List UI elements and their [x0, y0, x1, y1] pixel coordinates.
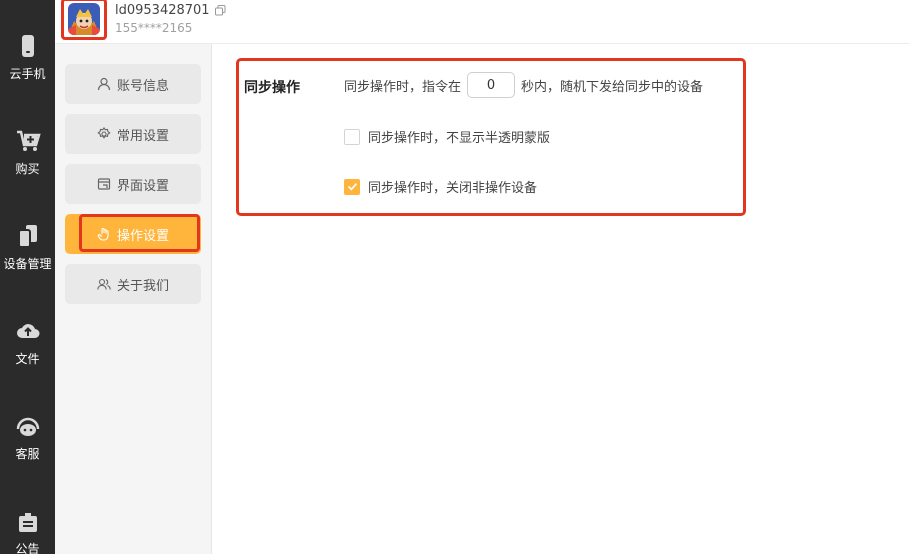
nav-label: 客服: [15, 447, 40, 461]
account-header: ld0953428701 155****2165: [55, 0, 910, 44]
nav-label: 公告: [15, 542, 40, 556]
nav-item-buy[interactable]: 购买: [0, 128, 55, 177]
user-id: ld0953428701: [115, 3, 226, 18]
nav-item-cloud-phone[interactable]: 云手机: [0, 33, 55, 82]
cloud-upload-icon: [16, 324, 39, 338]
menu-item-interface-settings[interactable]: 界面设置: [65, 164, 201, 204]
user-id-text: ld0953428701: [115, 3, 210, 18]
close-other-devices-checkbox[interactable]: [344, 178, 360, 195]
menu-item-label: 常用设置: [116, 128, 169, 144]
nav-label: 购买: [15, 162, 40, 176]
menu-item-label: 界面设置: [116, 178, 169, 194]
option-hide-mask[interactable]: 同步操作时，不显示半透明蒙版: [344, 127, 550, 146]
section-title: 同步操作: [244, 80, 300, 96]
avatar-highlight[interactable]: [61, 0, 107, 40]
user-icon: [97, 77, 111, 91]
gear-icon: [97, 127, 111, 139]
menu-item-about-us[interactable]: 关于我们: [65, 264, 201, 304]
sync-delay-prefix: 同步操作时，指令在: [344, 79, 462, 95]
nav-label: 设备管理: [3, 257, 52, 271]
nav-item-customer-service[interactable]: 客服: [0, 413, 55, 462]
hide-mask-label: 同步操作时，不显示半透明蒙版: [368, 131, 551, 146]
menu-item-label: 账号信息: [116, 78, 169, 94]
left-nav: 云手机 购买 设备管理 文件 客服 公告: [0, 0, 55, 557]
nav-item-device-management[interactable]: 设备管理: [0, 223, 55, 272]
devices-icon: [17, 225, 37, 248]
nav-item-announcement[interactable]: 公告: [0, 508, 55, 557]
nav-label: 文件: [15, 352, 40, 366]
option-close-other-devices[interactable]: 同步操作时，关闭非操作设备: [344, 177, 537, 196]
hand-icon: [97, 227, 109, 241]
menu-item-label: 操作设置: [116, 228, 169, 244]
sync-delay-input[interactable]: [467, 72, 516, 98]
menu-item-account-info[interactable]: 账号信息: [65, 64, 201, 104]
headset-icon: [16, 417, 39, 436]
sync-delay-suffix: 秒内，随机下发给同步中的设备: [521, 79, 704, 95]
users-icon: [97, 278, 111, 290]
nav-label: 云手机: [9, 67, 46, 81]
avatar[interactable]: [68, 3, 100, 35]
menu-item-common-settings[interactable]: 常用设置: [65, 114, 201, 154]
copy-icon[interactable]: [214, 5, 226, 16]
checkmark-icon: [347, 183, 357, 191]
window-icon: [97, 178, 111, 190]
notice-icon: [18, 513, 37, 532]
sync-delay-row: 同步操作时，指令在 秒内，随机下发给同步中的设备: [344, 71, 703, 99]
menu-item-operation-settings[interactable]: 操作设置: [65, 214, 201, 254]
phone-icon: [21, 35, 34, 57]
settings-menu: 账号信息 常用设置 界面设置 操作设置 关于我们: [55, 44, 212, 554]
user-phone: 155****2165: [115, 21, 193, 35]
cart-icon: [16, 130, 41, 151]
nav-item-files[interactable]: 文件: [0, 318, 55, 367]
hide-mask-checkbox[interactable]: [344, 128, 360, 145]
menu-item-label: 关于我们: [116, 278, 169, 294]
close-other-devices-label: 同步操作时，关闭非操作设备: [368, 181, 538, 196]
